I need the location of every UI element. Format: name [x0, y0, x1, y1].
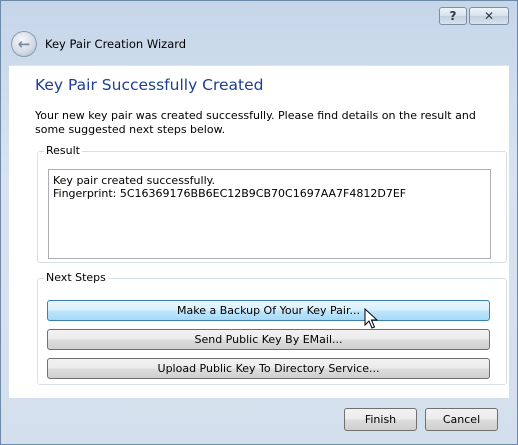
wizard-title: Key Pair Creation Wizard: [45, 37, 187, 51]
titlebar-buttons: ? ✕: [439, 7, 509, 25]
result-fingerprint-line: Fingerprint: 5C16369176BB6EC12B9CB70C169…: [53, 187, 407, 200]
result-text-box[interactable]: Key pair created successfully. Fingerpri…: [48, 169, 491, 259]
help-button[interactable]: ?: [439, 7, 467, 25]
intro-text: Your new key pair was created successful…: [35, 109, 476, 136]
wizard-page: Key Pair Successfully Created Your new k…: [9, 65, 509, 398]
mouse-pointer-icon: [364, 308, 378, 329]
result-status-line: Key pair created successfully.: [53, 174, 216, 187]
wizard-window: ? ✕ ← Key Pair Creation Wizard Key Pair …: [0, 0, 518, 445]
result-group: Result Key pair created successfully. Fi…: [37, 144, 507, 263]
wizard-nav: ← Key Pair Creation Wizard: [11, 31, 186, 57]
cancel-button[interactable]: Cancel: [425, 408, 498, 431]
close-button[interactable]: ✕: [469, 7, 509, 25]
upload-public-key-button[interactable]: Upload Public Key To Directory Service..…: [47, 358, 490, 379]
result-group-label: Result: [44, 144, 82, 157]
back-arrow-icon[interactable]: ←: [11, 31, 37, 57]
next-steps-group-label: Next Steps: [44, 271, 108, 284]
page-title: Key Pair Successfully Created: [35, 76, 264, 94]
next-steps-group: Next Steps Make a Backup Of Your Key Pai…: [37, 271, 507, 385]
send-public-key-email-button[interactable]: Send Public Key By EMail...: [47, 329, 490, 350]
backup-key-pair-button[interactable]: Make a Backup Of Your Key Pair...: [47, 300, 490, 321]
finish-button[interactable]: Finish: [344, 408, 417, 431]
